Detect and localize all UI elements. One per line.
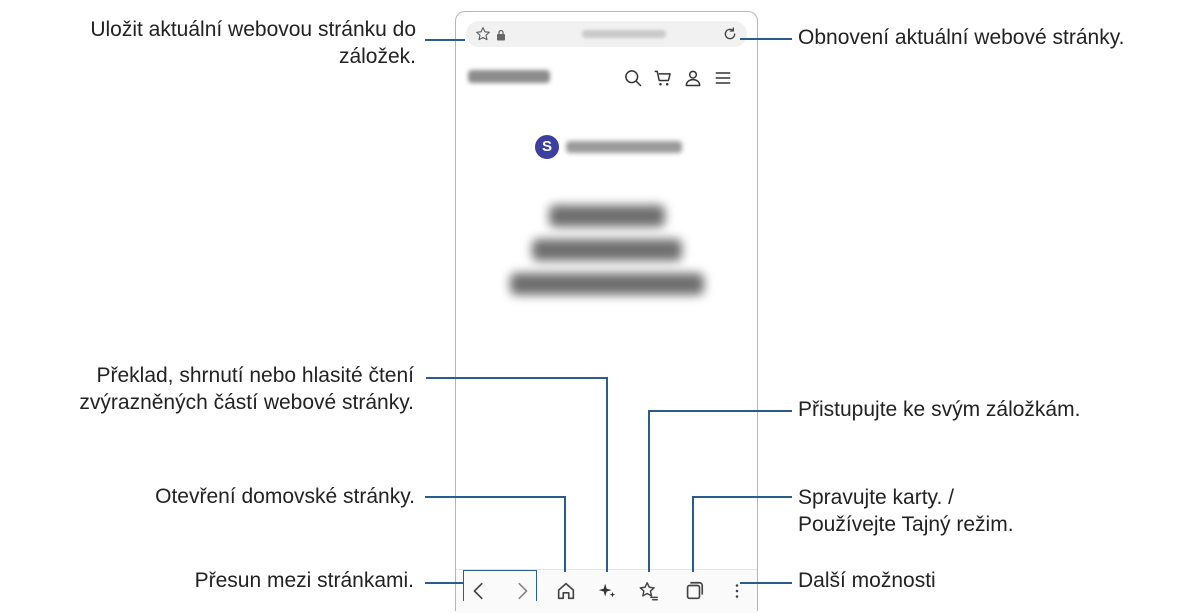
menu-icon[interactable]: [713, 68, 733, 88]
account-icon[interactable]: [683, 68, 703, 88]
callout-home: Otevření domovské stránky.: [155, 485, 415, 508]
bookmarks-icon[interactable]: [638, 580, 660, 602]
callout-navigation: Přesun mezi stránkami.: [194, 569, 414, 592]
callout-tabs: Spravujte karty. / Používejte Tajný reži…: [798, 486, 1014, 536]
leader-bookmarks-h: [648, 410, 792, 412]
leader-translate-h: [426, 377, 608, 379]
leader-reload: [740, 38, 792, 40]
tabs-icon[interactable]: [683, 580, 705, 602]
search-icon[interactable]: [623, 68, 643, 88]
brand-logo: S: [535, 135, 559, 159]
leader-bookmarks-v: [648, 410, 650, 572]
callout-translate: Překlad, shrnutí nebo hlasité čtení zvýr…: [79, 364, 414, 414]
hero-line-3: [456, 273, 757, 300]
leader-bookmark: [425, 39, 465, 41]
leader-more: [740, 582, 792, 584]
leader-navigation: [425, 582, 463, 584]
callout-reload: Obnovení aktuální webové stránky.: [798, 26, 1125, 49]
leader-tabs-h: [692, 496, 792, 498]
reload-icon[interactable]: [722, 26, 738, 47]
leader-navigation-bracket: [463, 570, 537, 601]
address-bar[interactable]: [466, 21, 747, 47]
ai-sparkle-icon[interactable]: [596, 580, 618, 602]
leader-home-v: [564, 496, 566, 572]
leader-translate-v: [606, 377, 608, 572]
site-logo[interactable]: [468, 70, 550, 83]
leader-home-h: [425, 496, 566, 498]
brand-name-blurred: [566, 141, 682, 153]
hero-line-2: [456, 239, 757, 266]
cart-icon[interactable]: [653, 68, 673, 88]
lock-icon: [496, 28, 506, 46]
callout-bookmark: Uložit aktuální webovou stránku do zálož…: [90, 18, 416, 68]
leader-tabs-v: [692, 496, 694, 572]
url-text-blurred: [582, 30, 666, 38]
bookmark-star-icon[interactable]: [475, 26, 491, 47]
callout-bookmarks-access: Přistupujte ke svým záložkám.: [798, 398, 1081, 421]
hero-line-1: [456, 205, 757, 232]
home-icon[interactable]: [555, 580, 577, 602]
callout-more: Další možnosti: [798, 569, 936, 592]
